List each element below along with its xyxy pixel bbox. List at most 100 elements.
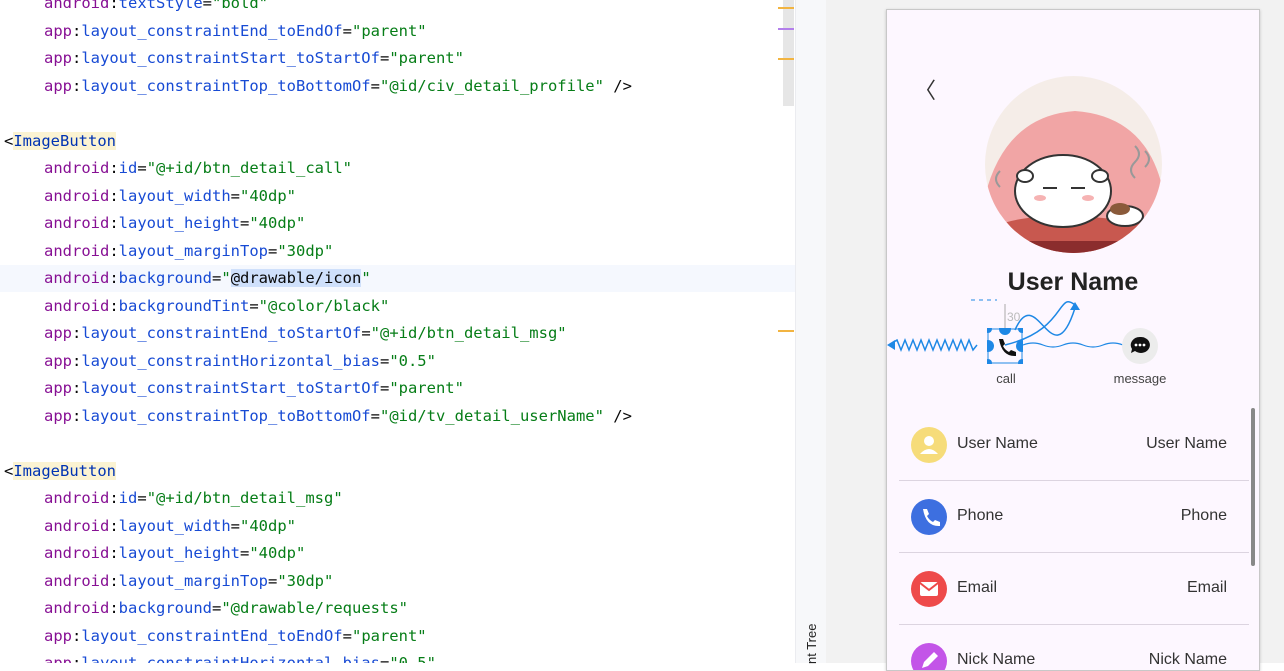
code-token-lt: : — [72, 379, 82, 397]
code-token-attr: layout_constraintStart_toStartOf — [81, 379, 380, 397]
code-line[interactable]: android:layout_width="40dp" — [0, 183, 296, 210]
code-token-tag: ImageButton — [13, 131, 116, 150]
code-token-str: "@id/tv_detail_userName" — [379, 406, 604, 425]
info-row[interactable]: Phone Phone — [899, 480, 1249, 553]
email-icon — [911, 571, 947, 607]
code-token-lt: : — [109, 269, 119, 287]
code-token-str: "40dp" — [240, 516, 296, 535]
info-row-label: Phone — [957, 507, 1004, 524]
code-token-ns: app — [44, 76, 72, 95]
code-line[interactable]: android:id="@+id/btn_detail_call" — [0, 155, 352, 182]
code-token-lt: : — [109, 214, 119, 232]
code-token-ns: app — [44, 351, 72, 370]
person-icon — [911, 427, 947, 463]
code-token-tag: ImageButton — [13, 461, 116, 480]
code-token-lt: : — [72, 654, 82, 663]
code-token-attr: layout_constraintHorizontal_bias — [81, 351, 380, 370]
code-line[interactable]: <ImageButton — [0, 128, 116, 155]
code-token-str: "parent" — [389, 379, 464, 397]
code-line[interactable]: android:backgroundTint="@color/black" — [0, 293, 389, 320]
code-line[interactable]: android:textStyle="bold" — [0, 0, 268, 17]
code-token-str: "@+id/btn_detail_call" — [146, 159, 352, 177]
code-token-lt: = — [361, 324, 371, 342]
code-line[interactable]: app:layout_constraintTop_toBottomOf="@id… — [0, 73, 632, 100]
code-line[interactable]: android:layout_height="40dp" — [0, 210, 305, 237]
phone-preview[interactable]: 〈 User Name 30 call message User Name Us… — [886, 9, 1260, 671]
component-tree-tab[interactable]: nt Tree — [796, 600, 826, 664]
code-line[interactable]: app:layout_constraintEnd_toEndOf="parent… — [0, 18, 427, 45]
code-token-attr: textStyle — [118, 0, 203, 12]
code-line-empty[interactable] — [0, 100, 4, 127]
code-line[interactable]: app:layout_constraintHorizontal_bias="0.… — [0, 650, 436, 663]
code-token-attr: layout_constraintEnd_toEndOf — [81, 626, 343, 645]
code-token-lt: = — [230, 186, 240, 205]
code-token-lt: = — [137, 159, 147, 177]
code-token-lt: : — [109, 0, 119, 12]
code-token-lt: = — [342, 21, 352, 40]
code-line[interactable]: android:id="@+id/btn_detail_msg" — [0, 485, 343, 512]
code-token-ns: android — [44, 571, 110, 590]
code-token-ns: app — [44, 654, 72, 663]
code-line[interactable]: app:layout_constraintTop_toBottomOf="@id… — [0, 403, 632, 430]
code-token-str: "parent" — [389, 49, 464, 67]
info-row-label: User Name — [957, 435, 1038, 452]
profile-avatar[interactable] — [985, 76, 1162, 253]
code-token-lt: = — [370, 76, 380, 95]
code-line[interactable]: app:layout_constraintEnd_toStartOf="@+id… — [0, 320, 567, 347]
info-row-value: Email — [1186, 579, 1227, 596]
code-line-empty[interactable] — [0, 430, 4, 457]
code-line[interactable]: android:layout_height="40dp" — [0, 540, 305, 567]
call-button[interactable] — [982, 323, 1028, 367]
info-row[interactable]: Email Email — [899, 552, 1249, 625]
code-token-str: "40dp" — [249, 214, 306, 232]
code-line[interactable]: android:background="@drawable/icon" — [0, 265, 795, 292]
info-marker[interactable] — [778, 28, 794, 30]
code-token-attr: backgroundTint — [118, 296, 250, 315]
code-token-lt: = — [370, 406, 380, 425]
info-row[interactable]: User Name User Name — [899, 408, 1249, 481]
back-arrow-icon[interactable]: 〈 — [914, 73, 936, 105]
code-token-lt: : — [72, 626, 82, 645]
info-row-value: User Name — [1146, 435, 1227, 452]
editor-scrollbar-thumb[interactable] — [783, 0, 794, 106]
code-token-lt: : — [109, 516, 119, 535]
code-token-ns: android — [44, 269, 110, 287]
code-token-str: "bold" — [212, 0, 269, 12]
code-token-ns: app — [44, 626, 72, 645]
info-row[interactable]: Nick Name Nick Name — [899, 624, 1249, 670]
code-token-lt: : — [109, 489, 119, 507]
code-token-lt: = — [342, 626, 352, 645]
code-token-str: "parent" — [351, 21, 427, 40]
code-line[interactable]: android:layout_width="40dp" — [0, 513, 296, 540]
code-token-lt: : — [72, 21, 82, 40]
code-token-lt: = — [137, 489, 147, 507]
code-line[interactable]: app:layout_constraintStart_toStartOf="pa… — [0, 375, 464, 402]
phone-icon — [911, 499, 947, 535]
code-token-lt: < — [4, 461, 14, 480]
code-token-ns: android — [44, 544, 110, 562]
code-token-str: "30dp" — [277, 571, 334, 590]
code-token-ns: android — [44, 296, 110, 315]
code-line[interactable]: android:layout_marginTop="30dp" — [0, 238, 333, 265]
info-row-value: Phone — [1180, 507, 1227, 524]
code-token-lt: : — [109, 159, 119, 177]
code-token-lt: = — [240, 214, 250, 232]
code-line[interactable]: <ImageButton — [0, 458, 116, 485]
warning-marker[interactable] — [778, 330, 794, 332]
component-tree-tab-label: nt Tree — [804, 623, 819, 664]
message-button[interactable] — [1122, 328, 1158, 364]
warning-marker[interactable] — [778, 58, 794, 60]
code-editor[interactable]: android:textStyle="bold" app:layout_const… — [0, 0, 795, 663]
code-token-ns: android — [44, 159, 110, 177]
code-token-str: " — [221, 269, 231, 287]
code-token-str: "40dp" — [240, 186, 296, 205]
code-line[interactable]: app:layout_constraintStart_toStartOf="pa… — [0, 45, 464, 72]
preview-scrollbar[interactable] — [1251, 408, 1255, 566]
warning-marker[interactable] — [778, 7, 794, 9]
code-line[interactable]: app:layout_constraintEnd_toEndOf="parent… — [0, 623, 427, 650]
code-line[interactable]: android:background="@drawable/requests" — [0, 595, 408, 622]
code-token-lt: : — [72, 351, 82, 370]
code-line[interactable]: android:layout_marginTop="30dp" — [0, 568, 333, 595]
code-line[interactable]: app:layout_constraintHorizontal_bias="0.… — [0, 348, 436, 375]
code-token-str: "40dp" — [249, 544, 306, 562]
